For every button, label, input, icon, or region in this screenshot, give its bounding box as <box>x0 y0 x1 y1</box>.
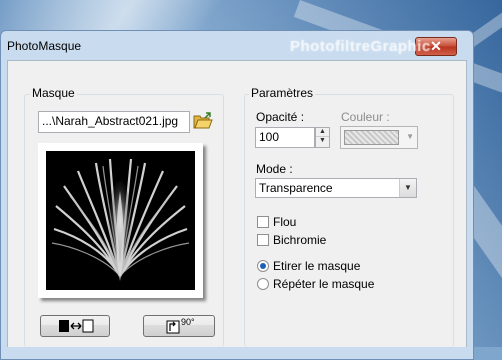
bichromie-checkbox[interactable] <box>257 234 269 246</box>
spin-down-icon[interactable]: ▼ <box>316 137 329 145</box>
watermark-text: PhotofiltreGraphic <box>290 38 431 55</box>
opacity-stepper[interactable]: ▲ ▼ <box>315 127 330 148</box>
mask-file-field[interactable]: ...\Narah_Abstract021.jpg <box>38 111 190 133</box>
etirer-radio[interactable] <box>257 260 269 272</box>
repeter-label[interactable]: Répéter le masque <box>273 277 374 291</box>
rotate-degree-label: 90° <box>181 317 195 327</box>
color-picker[interactable]: ▼ <box>340 126 418 149</box>
opacity-input[interactable]: 100 <box>255 127 315 148</box>
mask-preview-image <box>46 151 195 290</box>
etirer-label[interactable]: Etirer le masque <box>273 259 360 273</box>
rotate-90-icon <box>166 320 180 337</box>
swap-icon <box>58 319 94 336</box>
color-label: Couleur : <box>341 110 390 124</box>
close-icon: ✕ <box>430 38 442 54</box>
chevron-down-icon[interactable]: ▼ <box>399 179 416 197</box>
bichromie-label[interactable]: Bichromie <box>273 233 326 247</box>
folder-open-icon[interactable] <box>193 112 215 130</box>
chevron-down-icon: ▼ <box>406 132 414 141</box>
rotate-mask-button[interactable]: 90° <box>143 315 215 337</box>
mask-preview-frame <box>38 143 203 298</box>
mask-group-label: Masque <box>30 86 77 100</box>
window-title: PhotoMasque <box>7 39 82 53</box>
invert-mask-button[interactable] <box>40 315 110 337</box>
opacity-label: Opacité : <box>256 110 305 124</box>
mode-label: Mode : <box>256 162 293 176</box>
repeter-radio[interactable] <box>257 278 269 290</box>
mode-select[interactable]: Transparence ▼ <box>255 178 417 198</box>
params-group-label: Paramètres <box>249 86 316 100</box>
flou-label[interactable]: Flou <box>273 215 296 229</box>
flou-checkbox[interactable] <box>257 216 269 228</box>
spin-up-icon[interactable]: ▲ <box>316 128 329 137</box>
color-swatch <box>344 130 399 145</box>
